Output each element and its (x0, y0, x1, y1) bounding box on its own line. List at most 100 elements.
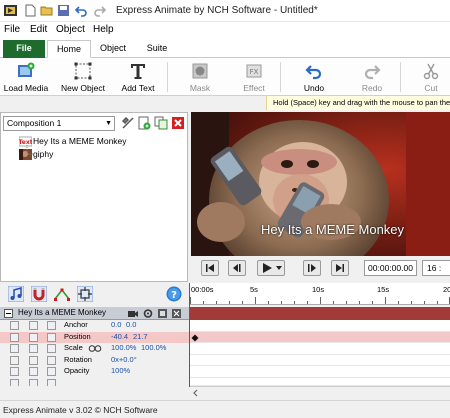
duplicate-composition-icon[interactable] (154, 116, 168, 130)
property-value-x[interactable]: 100% (111, 366, 130, 375)
tree-item-label: Hey Its a MEME Monkey (33, 136, 127, 146)
undo-quick-icon[interactable] (75, 4, 88, 17)
opacity-lane[interactable] (190, 366, 450, 378)
collapse-icon[interactable] (4, 309, 13, 318)
keyframe-diamond-icon[interactable] (191, 334, 199, 342)
next-frame-button[interactable] (303, 260, 321, 276)
fps-field[interactable]: 16 : (422, 260, 450, 276)
add-composition-icon[interactable] (137, 116, 151, 130)
mask-button[interactable]: Mask (178, 60, 222, 94)
redo-button[interactable]: Redo (350, 60, 394, 94)
menu-bar: File Edit Object Help (0, 22, 450, 38)
timeline-ruler[interactable]: 00:00s 5s 10s 15s 20 (190, 283, 450, 305)
ruler-minor-tick (268, 301, 269, 304)
next-key-icon[interactable] (47, 355, 56, 365)
property-value-y[interactable]: 21.7 (133, 332, 148, 341)
motion-path-icon[interactable] (54, 286, 70, 302)
load-media-button[interactable]: Load Media (2, 60, 50, 94)
property-value-y[interactable]: 0.0 (126, 320, 136, 329)
property-row-opacity[interactable]: Opacity 100% (0, 366, 190, 378)
keyframe-icon[interactable] (29, 321, 38, 330)
scroll-left-icon[interactable] (192, 389, 199, 397)
next-key-icon[interactable] (47, 367, 56, 376)
music-note-icon[interactable] (8, 286, 24, 302)
add-text-button[interactable]: Add Text (116, 60, 160, 94)
track-clip-bar[interactable] (190, 307, 450, 320)
magnet-icon[interactable] (31, 286, 47, 302)
chevron-down-icon: ▼ (105, 120, 112, 127)
timecode-field[interactable]: 00:00:00.00 (364, 260, 417, 276)
composition-panel: Composition 1 ▼ Text Hey Its a MEME Monk… (0, 112, 188, 282)
property-value-x[interactable]: 0.0 (111, 320, 121, 329)
property-value-x[interactable]: 100.0% (111, 343, 136, 352)
camera-icon[interactable] (128, 309, 138, 318)
prev-key-icon[interactable] (10, 355, 19, 365)
ruler-minor-tick (216, 301, 217, 304)
prev-key-icon[interactable] (10, 321, 19, 330)
open-folder-icon[interactable] (40, 4, 53, 17)
next-frame-icon (308, 264, 316, 272)
save-icon[interactable] (57, 4, 70, 17)
menu-object[interactable]: Object (56, 24, 85, 35)
keyframe-icon[interactable] (29, 355, 38, 365)
menu-edit[interactable]: Edit (30, 24, 47, 35)
timeline-horizontal-scrollbar[interactable] (190, 386, 450, 398)
help-icon[interactable]: ? (166, 286, 182, 302)
cut-label: Cut (424, 83, 438, 93)
ruler-tick (190, 297, 191, 304)
tab-suite[interactable]: Suite (137, 40, 177, 58)
skip-to-end-button[interactable] (331, 260, 349, 276)
tab-home[interactable]: Home (47, 40, 91, 58)
prev-key-icon[interactable] (10, 367, 19, 376)
new-object-button[interactable]: New Object (58, 60, 108, 94)
settings-gear-icon[interactable] (143, 309, 153, 318)
ruler-minor-tick (203, 301, 204, 304)
menu-help[interactable]: Help (93, 24, 114, 35)
keyframe-icon[interactable] (29, 344, 38, 353)
effect-button[interactable]: FX Effect (230, 60, 278, 94)
delete-composition-icon[interactable] (171, 116, 185, 130)
redo-quick-icon[interactable] (93, 4, 106, 17)
tree-item-image-layer[interactable]: giphy (19, 149, 53, 160)
tree-item-text-layer[interactable]: Text Hey Its a MEME Monkey (19, 136, 127, 147)
composition-select[interactable]: Composition 1 ▼ (3, 116, 115, 131)
undo-button[interactable]: Undo (292, 60, 336, 94)
property-value-x[interactable]: -40.4 (111, 332, 128, 341)
rotation-lane[interactable] (190, 354, 450, 366)
ruler-minor-tick (242, 301, 243, 304)
position-lane[interactable] (190, 331, 450, 343)
property-row-rotation[interactable]: Rotation 0x+0.0° (0, 355, 190, 367)
new-file-icon[interactable] (24, 4, 37, 17)
play-button[interactable] (257, 260, 285, 276)
anchor-lane[interactable] (190, 320, 450, 332)
crop-frame-icon[interactable] (77, 286, 93, 302)
property-row-anchor[interactable]: Anchor 0.0 0.0 (0, 320, 190, 332)
link-icon[interactable] (88, 345, 102, 352)
playhead[interactable] (189, 283, 190, 387)
layer-icon[interactable] (158, 309, 167, 318)
ruler-tick (320, 297, 321, 304)
scale-lane[interactable] (190, 343, 450, 355)
keyframe-icon[interactable] (29, 332, 38, 342)
keyframe-icon[interactable] (29, 367, 38, 376)
next-key-icon[interactable] (47, 332, 56, 342)
property-value-x[interactable]: 0x+0.0° (111, 355, 137, 364)
property-row-scale[interactable]: Scale 100.0% 100.0% (0, 343, 190, 355)
property-value-y[interactable]: 100.0% (141, 343, 166, 352)
skip-to-start-button[interactable] (201, 260, 219, 276)
next-key-icon[interactable] (47, 321, 56, 330)
tools-icon[interactable] (121, 116, 135, 130)
tab-file[interactable]: File (3, 40, 45, 58)
menu-file[interactable]: File (4, 24, 20, 35)
track-header[interactable]: Hey Its a MEME Monkey (0, 307, 190, 320)
next-key-icon[interactable] (47, 344, 56, 353)
tab-object[interactable]: Object (93, 40, 133, 58)
property-row-position[interactable]: Position -40.4 21.7 (0, 331, 190, 343)
prev-key-icon[interactable] (10, 332, 19, 342)
cut-button[interactable]: Cut (412, 60, 450, 94)
delete-track-icon[interactable] (172, 309, 181, 318)
video-preview[interactable]: Hey Its a MEME Monkey (191, 112, 450, 256)
ruler-minor-tick (359, 301, 360, 304)
previous-frame-button[interactable] (228, 260, 246, 276)
prev-key-icon[interactable] (10, 344, 19, 353)
